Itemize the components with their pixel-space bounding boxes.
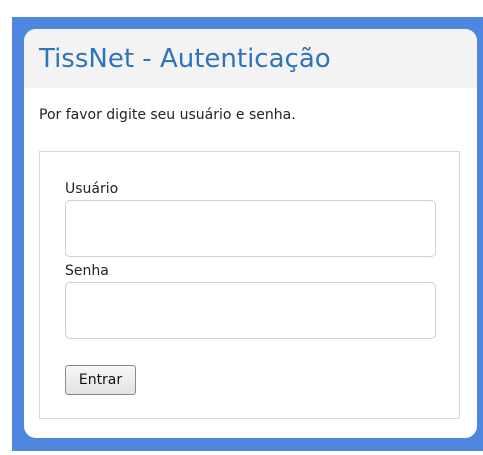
page-title: TissNet - Autenticação [39, 44, 331, 74]
password-label: Senha [65, 263, 109, 279]
card-header: TissNet - Autenticação [24, 29, 477, 88]
username-input[interactable] [65, 200, 436, 257]
login-card: TissNet - Autenticação Por favor digite … [24, 29, 477, 438]
login-button[interactable]: Entrar [65, 365, 136, 395]
password-input[interactable] [65, 282, 436, 339]
username-label: Usuário [65, 181, 119, 197]
login-form: Usuário Senha Entrar [39, 151, 460, 419]
instructions-text: Por favor digite seu usuário e senha. [39, 107, 296, 123]
